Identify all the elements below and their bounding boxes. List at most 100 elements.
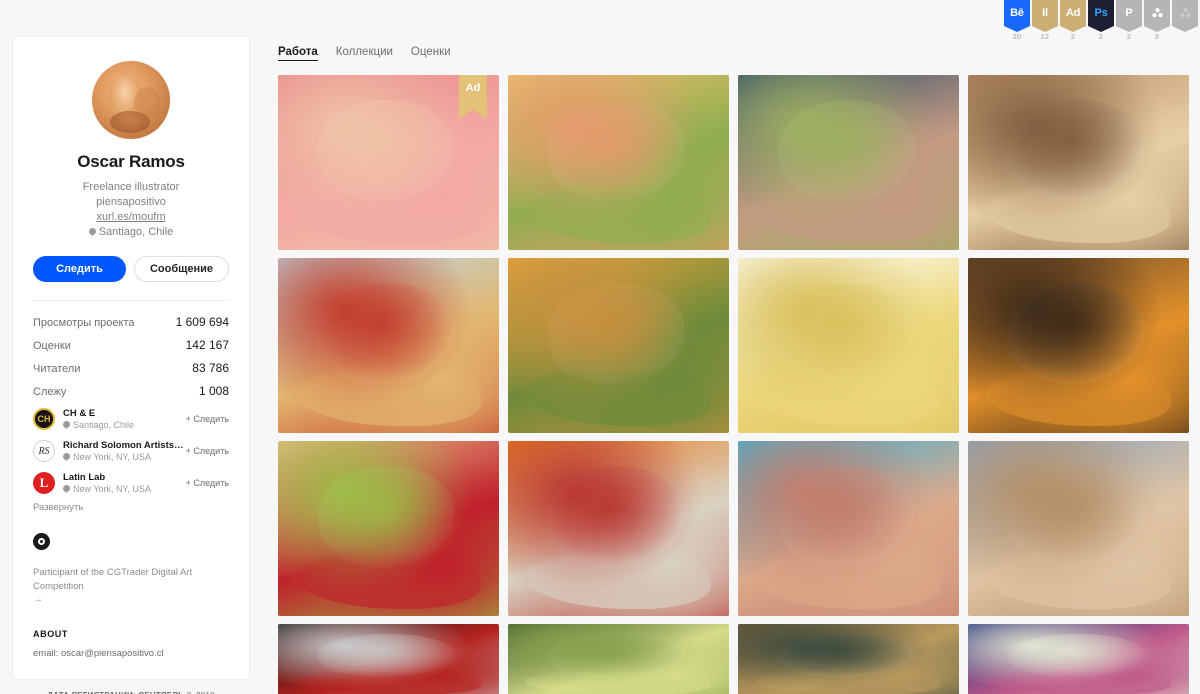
award-icon (33, 533, 50, 550)
illustrator-badge-wrapper: Il 12 (1032, 0, 1058, 41)
photoshop-badge[interactable]: Ps (1088, 0, 1114, 32)
about-body: email: oscar@piensapositivo.cl (33, 648, 164, 659)
behance-badge-count: 20 (1012, 34, 1022, 41)
organization-follow-button[interactable]: + Следить (186, 478, 229, 488)
page-title: Oscar Ramos (77, 152, 185, 171)
project-thumbnail (738, 258, 959, 433)
profile-page: Bē 20 Il 12 Ad 2 Ps 2 P 2 3 Oscar Ramos Freelance … (0, 0, 1200, 694)
profile-sidebar: Oscar Ramos Freelance illustrator piensa… (12, 36, 250, 694)
avatar[interactable] (92, 61, 170, 139)
project-card[interactable] (968, 441, 1189, 616)
award-section: Participant of the CGTrader Digital Art … (33, 533, 229, 605)
flower-badge-wrapper: 3 (1144, 0, 1170, 41)
organizations-list: CH CH & E Santiago, Chile + Следить RS Richar… (33, 408, 229, 494)
project-card[interactable] (508, 258, 729, 433)
painter-badge-count: 2 (1126, 34, 1132, 41)
project-card[interactable] (968, 75, 1189, 250)
project-thumbnail (278, 624, 499, 694)
organization-row[interactable]: CH CH & E Santiago, Chile + Следить (33, 408, 229, 430)
about-title: ABOUT (33, 629, 68, 639)
project-card[interactable] (278, 441, 499, 616)
profile-location: Santiago, Chile (98, 226, 174, 238)
location-pin-icon (88, 228, 96, 237)
project-thumbnail (508, 75, 729, 250)
tab-item[interactable]: Оценки (411, 46, 451, 60)
project-thumbnail (968, 441, 1189, 616)
project-card[interactable] (968, 624, 1189, 694)
tab-active[interactable]: Работа (278, 46, 318, 61)
content-tabs: Работа Коллекции Оценки (278, 46, 1190, 61)
stats-list: Просмотры проекта 1 609 694 Оценки 142 167 Ч… (33, 300, 229, 398)
profile-role: Freelance illustrator (82, 181, 180, 193)
location-pin-icon (63, 452, 70, 462)
after-effects-badge-count: 2 (1070, 34, 1076, 41)
painter-badge-wrapper: P2 (1116, 0, 1142, 41)
project-card[interactable] (738, 624, 959, 694)
project-thumbnail (968, 624, 1189, 694)
project-thumbnail (738, 441, 959, 616)
project-thumbnail (738, 624, 959, 694)
project-thumbnail (278, 258, 499, 433)
behance-badge[interactable]: Bē (1004, 0, 1030, 32)
stat-label: Оценки (33, 340, 71, 352)
project-card[interactable]: Ad (278, 75, 499, 250)
location-pin-icon (63, 484, 70, 494)
badge-bar: Bē 20 Il 12 Ad 2 Ps 2 P 2 3 (1004, 0, 1200, 41)
organization-follow-button[interactable]: + Следить (186, 414, 229, 424)
profile-company: piensapositivo (96, 196, 166, 208)
organization-name: Richard Solomon Artists R... (63, 440, 186, 451)
project-card[interactable] (508, 75, 729, 250)
illustrator-badge[interactable]: Il (1032, 0, 1058, 32)
project-card[interactable] (508, 441, 729, 616)
organization-location-label: New York, NY, USA (73, 452, 151, 462)
after-effects-badge[interactable]: Ad (1060, 0, 1086, 32)
project-thumbnail (508, 258, 729, 433)
photoshop-badge-wrapper: Ps 2 (1088, 0, 1114, 41)
behance-badge-wrapper: Bē 20 (1004, 0, 1030, 41)
project-thumbnail (968, 258, 1189, 433)
flower-badge[interactable] (1144, 0, 1170, 32)
project-card[interactable] (968, 258, 1189, 433)
stat-label: Слежу (33, 386, 67, 398)
avatar-wrapper (33, 61, 229, 139)
organization-row[interactable]: L Latin Lab New York, NY, USA + Следить (33, 472, 229, 494)
organization-info: Latin Lab New York, NY, USA (63, 472, 186, 494)
project-card[interactable] (738, 441, 959, 616)
painter-badge[interactable]: P (1116, 0, 1142, 32)
projects-grid: Ad (278, 75, 1190, 694)
stat-row: Оценки 142 167 (33, 338, 229, 352)
stat-value: 1 609 694 (175, 315, 229, 329)
project-card[interactable] (738, 258, 959, 433)
project-card[interactable] (278, 258, 499, 433)
project-thumbnail (278, 441, 499, 616)
stat-row: Слежу 1 008 (33, 384, 229, 398)
tab-item[interactable]: Коллекции (336, 46, 393, 60)
organization-location-label: New York, NY, USA (73, 484, 151, 494)
organization-follow-button[interactable]: + Следить (186, 446, 229, 456)
organization-location: New York, NY, USA (63, 452, 186, 462)
flower-outline-badge[interactable] (1172, 0, 1198, 32)
organization-name: CH & E (63, 408, 96, 419)
illustrator-badge-count: 12 (1040, 34, 1050, 41)
organization-location: Santiago, Chile (63, 420, 186, 430)
flower-badge-count: 3 (1154, 34, 1160, 41)
project-card[interactable] (278, 624, 499, 694)
organization-row[interactable]: RS Richard Solomon Artists R... New York, … (33, 440, 229, 462)
profile-actions: Следить Сообщение (33, 256, 229, 282)
project-card[interactable] (508, 624, 729, 694)
award-text: Participant of the CGTrader Digital Art … (33, 567, 193, 592)
expand-organizations-button[interactable]: Развернуть (33, 502, 229, 513)
organization-logo: L (33, 472, 55, 494)
organization-info: CH & E Santiago, Chile (63, 408, 186, 430)
award-arrow-icon[interactable]: → (33, 594, 229, 605)
message-button[interactable]: Сообщение (134, 256, 229, 282)
location-pin-icon (63, 420, 70, 430)
project-thumbnail (738, 75, 959, 250)
organization-logo: RS (33, 440, 55, 462)
stat-value: 1 008 (198, 384, 229, 398)
organization-location-label: Santiago, Chile (73, 420, 135, 430)
project-thumbnail (968, 75, 1189, 250)
follow-button[interactable]: Следить (33, 256, 126, 282)
profile-link[interactable]: xurl.es/moufm (96, 211, 165, 223)
project-card[interactable] (738, 75, 959, 250)
